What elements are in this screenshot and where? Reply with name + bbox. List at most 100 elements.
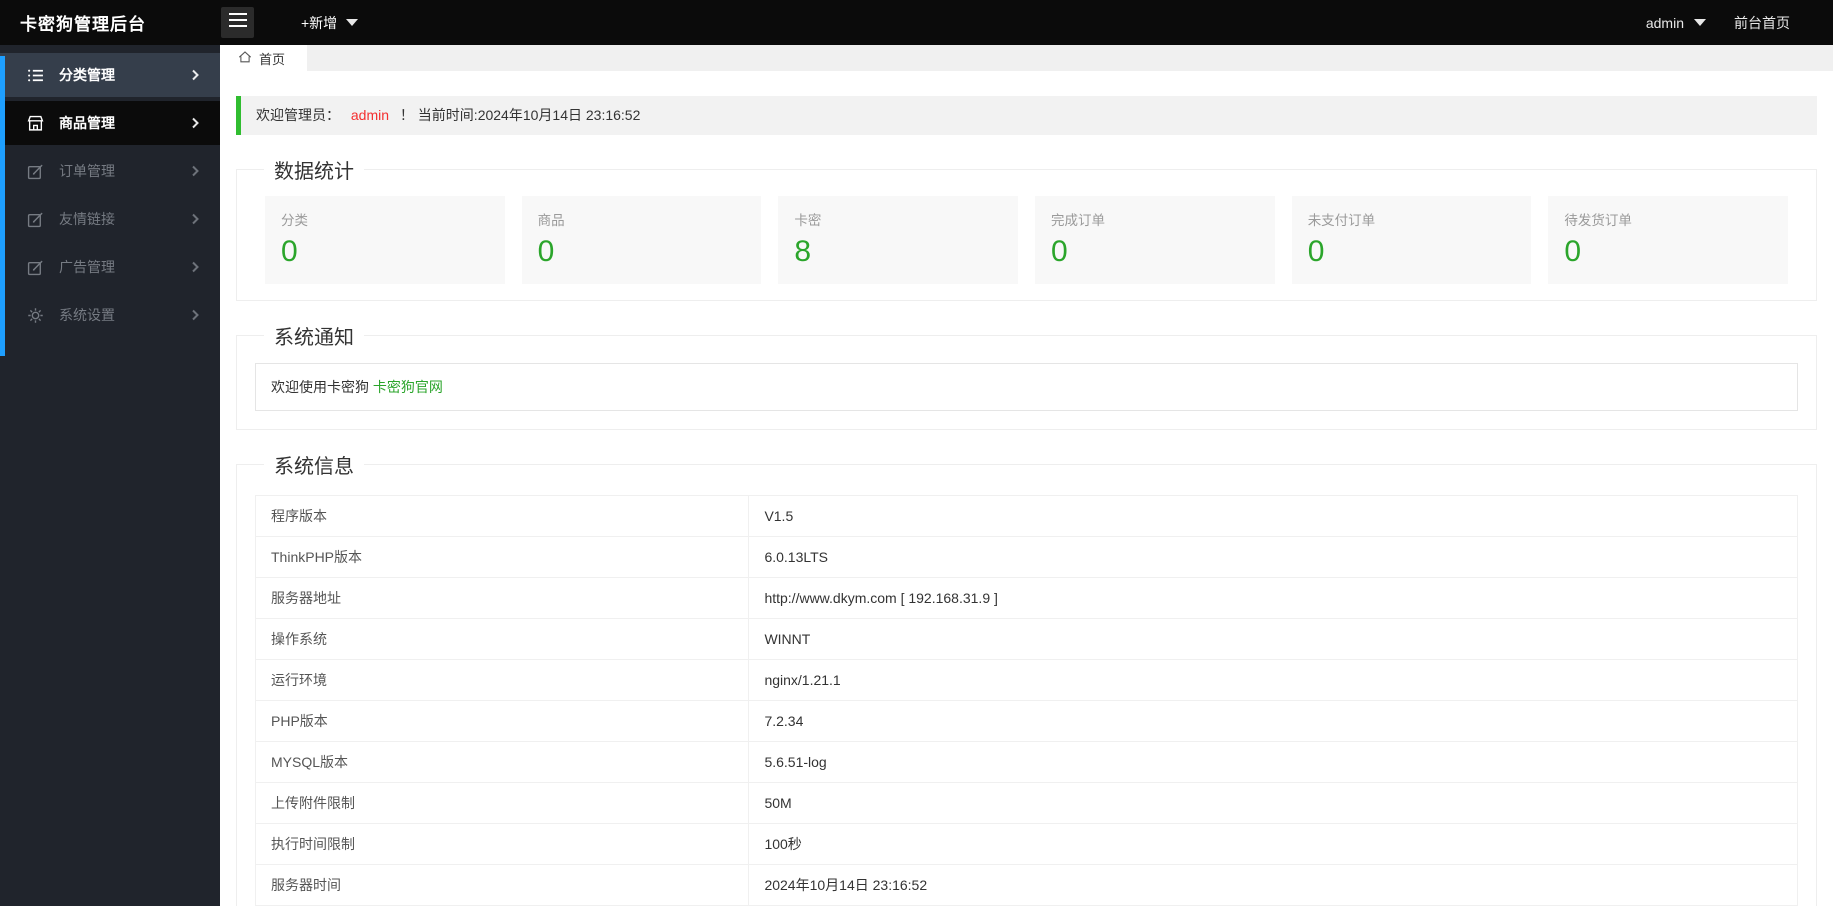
stat-value: 0 (537, 235, 555, 268)
chevron-right-icon (191, 165, 200, 177)
chevron-right-icon (191, 261, 200, 273)
sysinfo-value: WINNT (748, 617, 1798, 660)
username-label: admin (1645, 14, 1684, 31)
stat-card: 卡密 8 (778, 196, 1019, 284)
topbar-right: admin 前台首页 (1646, 13, 1833, 33)
sidebar-item[interactable]: 友情链接 (0, 197, 220, 241)
stats-cards: 分类 0 商品 0 卡密 8 完成订单 0 未支付订单 0 待发货订单 0 (247, 190, 1806, 288)
stat-label: 待发货订单 (1564, 213, 1632, 228)
sidebar-item[interactable]: 分类管理 (0, 53, 220, 97)
chevron-right-icon (191, 309, 200, 321)
chevron-down-icon (346, 19, 359, 26)
home-icon (238, 50, 252, 67)
frontend-home-link[interactable]: 前台首页 (1734, 13, 1790, 33)
sysinfo-label: 操作系统 (254, 617, 750, 660)
chevron-down-icon (1694, 19, 1706, 26)
gear-icon (27, 307, 44, 324)
hamburger-icon (228, 13, 247, 32)
sysinfo-row: 服务器地址 http://www.dkym.com [ 192.168.31.9… (254, 576, 1798, 619)
stat-value: 8 (794, 235, 812, 268)
stat-card: 商品 0 (521, 196, 762, 284)
stat-label: 未支付订单 (1307, 213, 1376, 228)
sysinfo-value: V1.5 (748, 494, 1798, 537)
sysinfo-value: 2024年10月14日 23:16:52 (748, 863, 1798, 906)
stat-label: 卡密 (794, 213, 822, 228)
topbar: 卡密狗管理后台 +新增 admin 前台首页 (0, 0, 1833, 45)
add-new-label: +新增 (301, 14, 338, 31)
stat-card: 未支付订单 0 (1291, 196, 1532, 284)
sysinfo-row: 执行时间限制 100秒 (254, 822, 1798, 865)
user-dropdown[interactable]: admin (1646, 15, 1706, 31)
welcome-prefix: 欢迎管理员： (256, 107, 340, 123)
sidebar: 分类管理 商品管理 订单管理 友情链接 广告管理 系统设置 (0, 45, 220, 906)
sysinfo-row: 服务器时间 2024年10月14日 23:16:52 (254, 863, 1798, 906)
sysinfo-label: 运行环境 (254, 658, 750, 701)
chevron-right-icon (191, 69, 200, 81)
sysinfo-row: PHP版本 7.2.34 (254, 699, 1798, 742)
sysinfo-value: 100秒 (748, 822, 1798, 865)
sidebar-item-label: 分类管理 (59, 67, 115, 83)
sysinfo-label: 程序版本 (254, 494, 750, 537)
stats-section-title: 数据统计 (274, 161, 354, 183)
sysinfo-row: MYSQL版本 5.6.51-log (254, 740, 1798, 783)
sysinfo-label: MYSQL版本 (254, 740, 750, 783)
chevron-right-icon (191, 117, 200, 129)
stat-card: 完成订单 0 (1035, 196, 1275, 284)
sidebar-item[interactable]: 商品管理 (0, 101, 220, 145)
stat-card: 待发货订单 0 (1548, 196, 1789, 284)
sidebar-item-label: 广告管理 (59, 259, 115, 275)
list-icon (27, 67, 44, 84)
stat-label: 分类 (281, 213, 308, 228)
sysinfo-value: 6.0.13LTS (748, 535, 1798, 578)
stat-value: 0 (281, 235, 298, 268)
sysinfo-label: 上传附件限制 (254, 781, 750, 824)
welcome-username: admin (350, 107, 390, 123)
edit-icon (27, 163, 44, 180)
sysinfo-label: PHP版本 (254, 699, 750, 742)
sidebar-item[interactable]: 系统设置 (0, 293, 220, 337)
sysinfo-row: 操作系统 WINNT (254, 617, 1798, 660)
add-new-dropdown[interactable]: +新增 (301, 13, 359, 33)
sysinfo-table: 程序版本 V1.5 ThinkPHP版本 6.0.13LTS 服务器地址 htt… (254, 494, 1798, 906)
sidebar-toggle-button[interactable] (221, 7, 254, 38)
stat-value: 0 (1564, 235, 1582, 268)
stat-value: 0 (1051, 235, 1068, 268)
shop-icon (27, 115, 44, 132)
stats-section: 数据统计 分类 0 商品 0 卡密 8 完成订单 0 未支付订单 0 待发货订单… (236, 155, 1817, 301)
sidebar-item-label: 友情链接 (59, 211, 115, 227)
sidebar-scroll-indicator (0, 56, 5, 356)
tab-home-label: 首页 (259, 51, 286, 67)
sysinfo-row: 程序版本 V1.5 (254, 494, 1798, 537)
sysinfo-row: 运行环境 nginx/1.21.1 (254, 658, 1798, 701)
welcome-time: ！ 当前时间:2024年10月14日 23:16:52 (399, 107, 641, 123)
sysinfo-label: 执行时间限制 (254, 822, 750, 865)
sysinfo-label: ThinkPHP版本 (254, 535, 750, 578)
official-site-link[interactable]: 卡密狗官网 (373, 379, 443, 395)
stat-card: 分类 0 (265, 196, 505, 284)
sysinfo-section-title: 系统信息 (274, 455, 354, 478)
chevron-right-icon (191, 213, 200, 225)
sidebar-item-label: 订单管理 (59, 163, 115, 179)
notice-section-title: 系统通知 (274, 326, 354, 349)
stat-value: 0 (1307, 235, 1325, 268)
sysinfo-value: 7.2.34 (748, 699, 1798, 742)
stat-label: 商品 (537, 213, 565, 228)
sysinfo-row: ThinkPHP版本 6.0.13LTS (254, 535, 1798, 578)
sidebar-item-label: 商品管理 (59, 115, 115, 131)
sidebar-item[interactable]: 广告管理 (0, 245, 220, 289)
welcome-banner: 欢迎管理员： admin ！ 当前时间:2024年10月14日 23:16:52 (236, 96, 1817, 135)
edit-icon (27, 211, 44, 228)
notice-section: 系统通知 欢迎使用卡密狗 卡密狗官网 (236, 320, 1817, 430)
sysinfo-value: http://www.dkym.com [ 192.168.31.9 ] (748, 576, 1798, 619)
notice-text: 欢迎使用卡密狗 (271, 378, 373, 395)
sysinfo-value: nginx/1.21.1 (748, 658, 1798, 701)
stat-label: 完成订单 (1051, 213, 1106, 228)
main-area: 首页 欢迎管理员： admin ！ 当前时间:2024年10月14日 23:16… (220, 45, 1833, 906)
edit-icon (27, 259, 44, 276)
app-title: 卡密狗管理后台 (20, 15, 146, 34)
sysinfo-row: 上传附件限制 50M (254, 781, 1798, 824)
sidebar-item[interactable]: 订单管理 (0, 149, 220, 193)
sysinfo-label: 服务器时间 (254, 863, 750, 906)
tab-home[interactable]: 首页 (220, 45, 308, 71)
sysinfo-label: 服务器地址 (254, 576, 750, 619)
